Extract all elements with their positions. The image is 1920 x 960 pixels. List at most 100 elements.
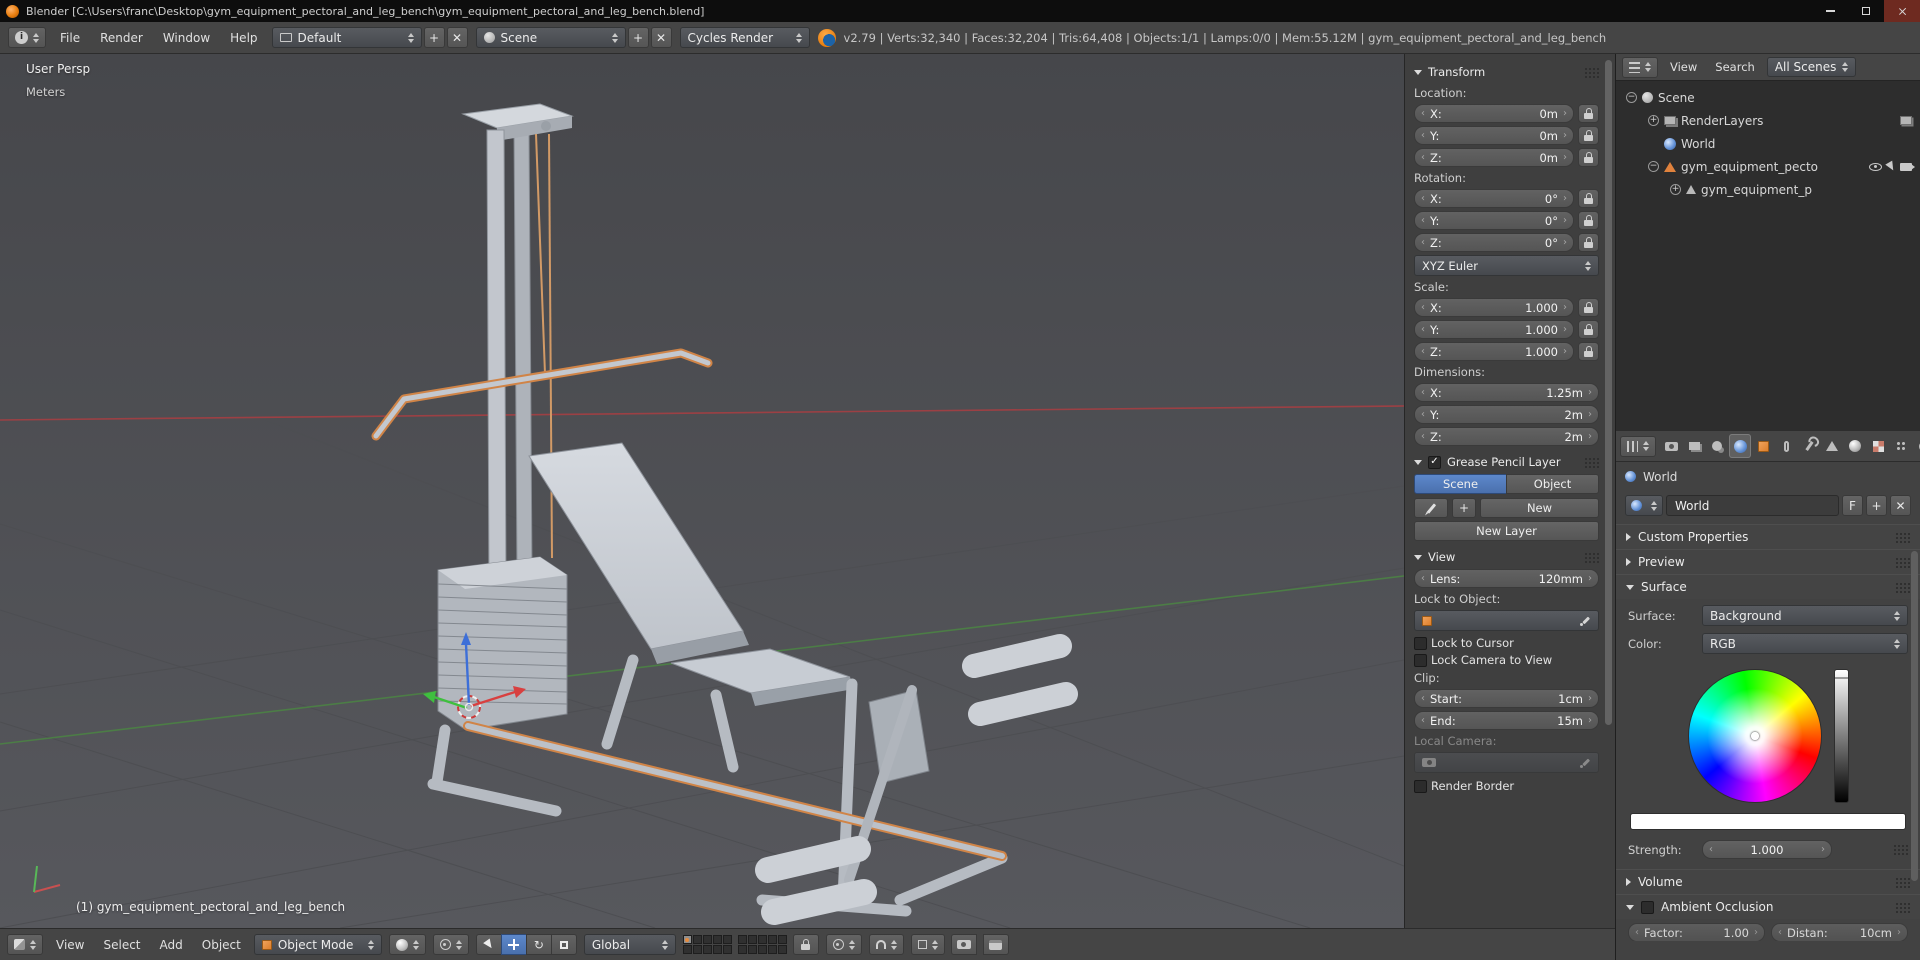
proportional-edit-selector[interactable] [825, 934, 862, 955]
layer-button[interactable] [757, 945, 767, 954]
rotation-x-field[interactable]: X: 0° [1414, 189, 1574, 208]
menu-file[interactable]: File [54, 31, 86, 45]
outliner-row-meshdata[interactable]: + gym_equipment_p [1620, 178, 1916, 201]
tab-particles[interactable] [1890, 434, 1912, 458]
editor-type-selector-info[interactable]: i [8, 27, 46, 48]
layer-button[interactable] [702, 935, 712, 944]
rotate-manipulator-button[interactable]: ↻ [525, 934, 552, 955]
panel-grip-icon[interactable] [1895, 531, 1910, 543]
ao-distance-field[interactable]: Distan: 10cm [1771, 923, 1908, 941]
add-scene-button[interactable]: + [627, 27, 649, 48]
rotation-z-field[interactable]: Z: 0° [1414, 233, 1574, 252]
lock-rotation-z-button[interactable] [1578, 233, 1599, 252]
outliner-row-object[interactable]: − gym_equipment_pecto [1620, 155, 1916, 178]
ambient-occlusion-checkbox[interactable] [1641, 900, 1654, 914]
layer-button[interactable] [722, 935, 732, 944]
gp-new-layer-button[interactable]: New Layer [1414, 521, 1599, 541]
npanel-scrollbar[interactable] [1605, 60, 1612, 725]
translate-manipulator-button[interactable] [500, 934, 527, 955]
location-y-field[interactable]: Y: 0m [1414, 126, 1574, 145]
panel-volume[interactable]: Volume [1616, 869, 1920, 894]
renderable-camera-icon[interactable] [1900, 162, 1915, 171]
rotation-mode-dropdown[interactable]: XYZ Euler [1414, 255, 1599, 276]
tab-object[interactable] [1752, 434, 1774, 458]
layers-group-2[interactable] [737, 935, 787, 954]
lock-camera-row[interactable]: Lock Camera to View [1414, 653, 1599, 667]
menu-select[interactable]: Select [97, 938, 146, 952]
add-world-button[interactable]: + [1866, 495, 1887, 516]
panel-header-transform[interactable]: Transform [1414, 62, 1599, 82]
editor-type-selector-outliner[interactable] [1622, 56, 1658, 78]
panel-grip-icon[interactable] [1895, 556, 1910, 568]
ao-factor-slider[interactable]: Factor: 1.00 [1628, 923, 1765, 941]
scale-y-field[interactable]: Y: 1.000 [1414, 320, 1574, 339]
lock-to-cursor-row[interactable]: Lock to Cursor [1414, 636, 1599, 650]
panel-ambient-occlusion[interactable]: Ambient Occlusion [1616, 894, 1920, 919]
local-camera-field[interactable] [1414, 752, 1599, 773]
layers-group-1[interactable] [682, 935, 732, 954]
gp-source-object-button[interactable]: Object [1506, 474, 1599, 494]
expand-icon[interactable]: + [1648, 115, 1659, 126]
panel-grip-icon[interactable] [1584, 456, 1599, 468]
scene-selector[interactable]: Scene [475, 27, 626, 48]
layer-button[interactable] [737, 945, 747, 954]
dimension-y-field[interactable]: Y: 2m [1414, 405, 1599, 424]
layer-button[interactable] [722, 945, 732, 954]
outliner-menu-view[interactable]: View [1664, 60, 1703, 74]
grease-pencil-checkbox[interactable]: ✓ [1428, 455, 1441, 469]
layer-button[interactable] [712, 945, 722, 954]
outliner-display-mode[interactable]: All Scenes [1766, 57, 1857, 77]
scale-z-field[interactable]: Z: 1.000 [1414, 342, 1574, 361]
manipulator-toggle-button[interactable] [475, 934, 502, 955]
menu-window[interactable]: Window [157, 31, 216, 45]
layer-button[interactable] [767, 945, 777, 954]
world-name-field[interactable]: World [1666, 495, 1839, 516]
layer-button[interactable] [692, 945, 702, 954]
tab-world[interactable] [1729, 434, 1751, 458]
lock-rotation-y-button[interactable] [1578, 211, 1599, 230]
menu-render[interactable]: Render [94, 31, 149, 45]
delete-layout-button[interactable]: ✕ [446, 27, 468, 48]
render-border-row[interactable]: Render Border [1414, 779, 1599, 793]
menu-object[interactable]: Object [196, 938, 247, 952]
lock-to-cursor-checkbox[interactable] [1414, 636, 1427, 650]
layer-button[interactable] [777, 935, 787, 944]
surface-type-dropdown[interactable]: Background [1702, 605, 1908, 626]
editor-type-selector-3dview[interactable] [7, 934, 43, 955]
strength-slider[interactable]: 1.000 [1702, 840, 1832, 859]
renderable-icon[interactable] [1900, 116, 1912, 125]
menu-help[interactable]: Help [224, 31, 263, 45]
rotation-y-field[interactable]: Y: 0° [1414, 211, 1574, 230]
layer-button[interactable] [737, 935, 747, 944]
pivot-point-selector[interactable] [432, 934, 469, 955]
gp-add-button[interactable]: + [1452, 498, 1476, 518]
fake-user-button[interactable]: F [1842, 495, 1863, 516]
lock-scale-x-button[interactable] [1578, 298, 1599, 317]
color-mode-dropdown[interactable]: RGB [1702, 633, 1908, 654]
editor-type-selector-properties[interactable] [1620, 435, 1656, 457]
panel-grip-icon[interactable] [1895, 581, 1910, 593]
viewport-3d[interactable]: User Persp Meters (1) gym_equipment_pect… [0, 54, 1404, 928]
layer-button[interactable] [682, 945, 692, 954]
tab-constraints[interactable] [1775, 434, 1797, 458]
snap-selector[interactable] [868, 934, 904, 955]
selectable-cursor-icon[interactable] [1885, 160, 1897, 173]
layer-button[interactable] [757, 935, 767, 944]
color-swatch[interactable] [1630, 813, 1906, 830]
world-browse-dropdown[interactable] [1625, 495, 1663, 516]
tab-texture[interactable] [1867, 434, 1889, 458]
panel-grip-icon[interactable] [1584, 551, 1599, 563]
lock-to-scene-button[interactable] [792, 934, 819, 955]
outliner-row-scene[interactable]: − Scene [1620, 86, 1916, 109]
outliner-menu-search[interactable]: Search [1709, 60, 1761, 74]
visibility-eye-icon[interactable] [1869, 162, 1882, 171]
tab-physics[interactable] [1913, 434, 1920, 458]
clip-start-field[interactable]: Start: 1cm [1414, 689, 1599, 708]
lock-to-object-field[interactable] [1414, 610, 1599, 631]
layer-button[interactable] [747, 945, 757, 954]
tab-render-layers[interactable] [1683, 434, 1705, 458]
tab-material[interactable] [1844, 434, 1866, 458]
menu-view[interactable]: View [50, 938, 90, 952]
properties-scrollbar[interactable] [1911, 551, 1918, 881]
opengl-render-anim-button[interactable] [982, 934, 1009, 955]
